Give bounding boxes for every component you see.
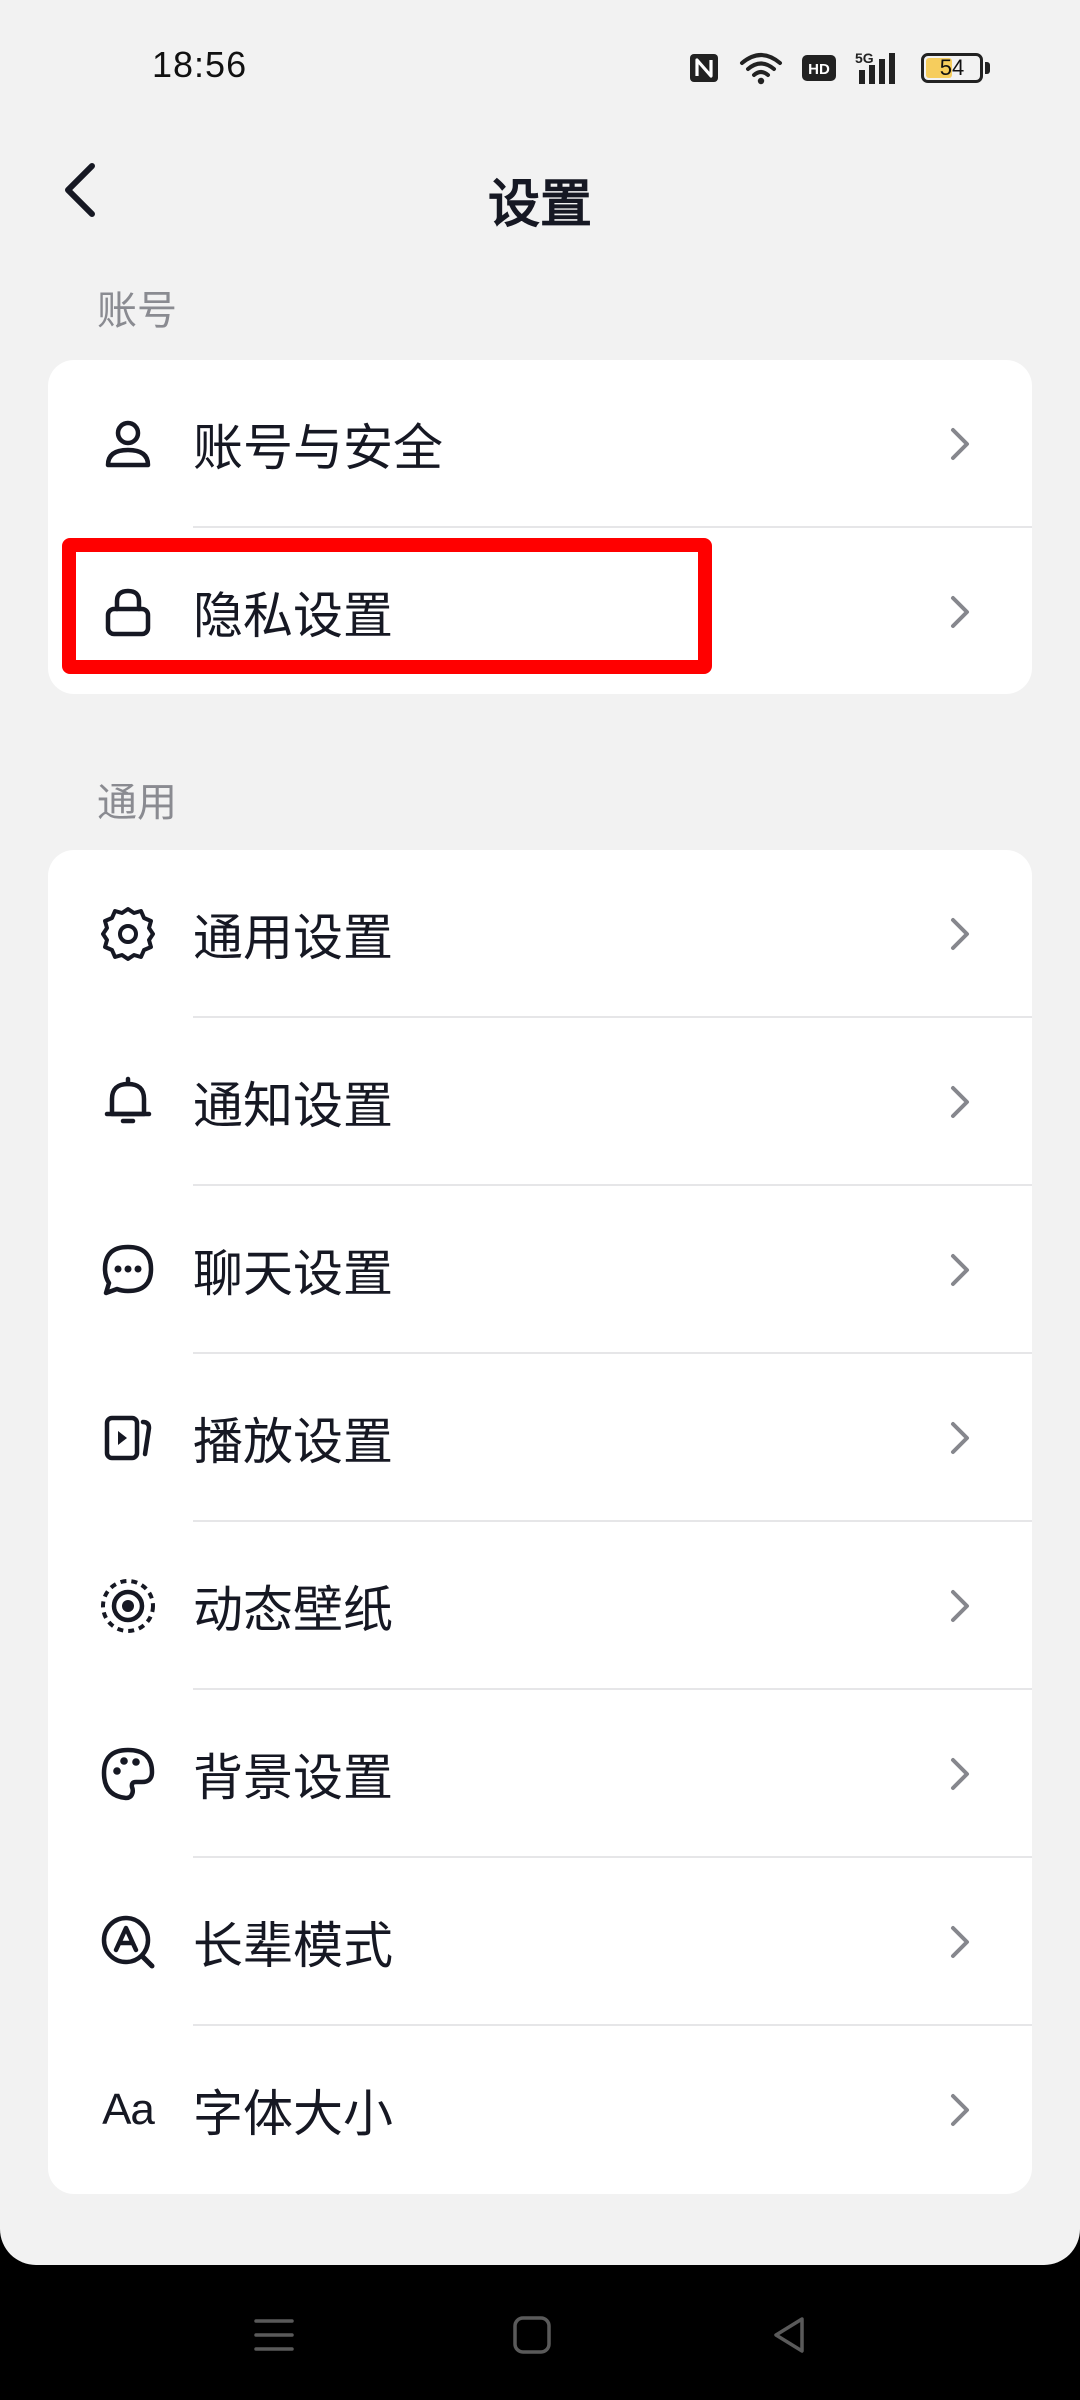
network-label: 5G <box>855 50 874 66</box>
settings-row-notification[interactable]: 通知设置 <box>48 1018 1032 1186</box>
settings-row-live-wallpaper[interactable]: 动态壁纸 <box>48 1522 1032 1690</box>
row-label: 播放设置 <box>193 1413 393 1471</box>
lock-icon <box>96 580 160 644</box>
settings-row-playback[interactable]: 播放设置 <box>48 1354 1032 1522</box>
row-label: 通知设置 <box>193 1077 393 1135</box>
menu-button[interactable] <box>234 2295 314 2375</box>
general-card: 通用设置 通知设置 聊天设置 播放设置 动态壁纸 背景设置 长辈模式 Aa 字体… <box>48 850 1032 2194</box>
nfc-icon <box>687 51 721 85</box>
status-icons: HD 5G 54 <box>687 48 990 88</box>
row-label: 通用设置 <box>193 909 393 967</box>
back-nav-button[interactable] <box>750 2295 830 2375</box>
play-screen-icon <box>96 1406 160 1470</box>
chevron-right-icon <box>940 424 980 464</box>
gear-icon <box>96 902 160 966</box>
settings-row-chat[interactable]: 聊天设置 <box>48 1186 1032 1354</box>
settings-row-elder-mode[interactable]: 长辈模式 <box>48 1858 1032 2026</box>
chevron-right-icon <box>940 1586 980 1626</box>
wifi-icon <box>739 51 783 85</box>
chevron-right-icon <box>940 1082 980 1122</box>
live-wallpaper-icon <box>96 1574 160 1638</box>
row-label: 长辈模式 <box>193 1917 393 1975</box>
user-icon <box>96 412 160 476</box>
status-time: 18:56 <box>152 44 248 85</box>
back-triangle-icon <box>774 2317 804 2353</box>
home-button[interactable] <box>492 2295 572 2375</box>
settings-row-general[interactable]: 通用设置 <box>48 850 1032 1018</box>
chevron-right-icon <box>940 592 980 632</box>
section-label-account: 账号 <box>97 288 177 334</box>
row-label: 字体大小 <box>193 2085 393 2143</box>
settings-row-font-size[interactable]: Aa 字体大小 <box>48 2026 1032 2194</box>
battery-body: 54 <box>921 53 983 83</box>
elder-mode-icon <box>96 1910 160 1974</box>
font-size-icon: Aa <box>96 2078 160 2142</box>
battery-level: 54 <box>939 55 965 80</box>
settings-row-privacy[interactable]: 隐私设置 <box>48 528 1032 694</box>
account-card: 账号与安全 隐私设置 <box>48 360 1032 694</box>
menu-icon <box>254 2319 294 2351</box>
system-nav-bar <box>0 2265 1080 2400</box>
page-header: 设置 <box>0 140 1080 240</box>
signal-5g-icon: 5G <box>855 50 903 86</box>
chat-bubble-icon <box>96 1238 160 1302</box>
chevron-right-icon <box>940 1754 980 1794</box>
status-bar: 18:56 HD 5G 54 <box>0 0 1080 130</box>
palette-icon <box>96 1742 160 1806</box>
bell-icon <box>96 1070 160 1134</box>
row-label: 隐私设置 <box>193 587 393 645</box>
chevron-right-icon <box>940 1418 980 1458</box>
page-title: 设置 <box>487 175 592 235</box>
row-label: 聊天设置 <box>193 1245 393 1303</box>
chevron-right-icon <box>940 1250 980 1290</box>
battery-icon: 54 <box>921 53 990 83</box>
row-label: 账号与安全 <box>193 419 443 477</box>
settings-row-background[interactable]: 背景设置 <box>48 1690 1032 1858</box>
section-label-general: 通用 <box>97 780 177 826</box>
settings-screen: 18:56 HD 5G 54 设置 账号 账号与安全 隐私设置 通用 通用设置 … <box>0 0 1080 2265</box>
hd-icon: HD <box>801 53 837 83</box>
home-icon <box>513 2316 551 2354</box>
battery-tip <box>985 62 990 74</box>
chevron-right-icon <box>940 2090 980 2130</box>
font-size-glyph: Aa <box>102 2085 155 2134</box>
hd-label: HD <box>808 61 830 78</box>
row-label: 动态壁纸 <box>193 1581 393 1639</box>
chevron-right-icon <box>940 914 980 954</box>
chevron-right-icon <box>940 1922 980 1962</box>
settings-row-account-security[interactable]: 账号与安全 <box>48 360 1032 528</box>
row-label: 背景设置 <box>193 1749 393 1807</box>
